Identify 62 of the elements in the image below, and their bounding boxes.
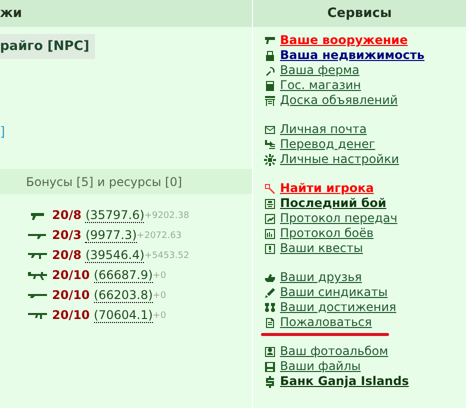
calculator-icon [264,80,276,92]
service-link[interactable]: Найти игрока [280,181,374,196]
bonus-value: +9202.38 [144,210,190,223]
service-link[interactable]: Банк Ganja Islands [280,374,409,389]
pen-icon [264,286,276,298]
sickle-icon [264,64,276,76]
bonus-value: +2072.63 [136,230,182,243]
service-link[interactable]: Гос. магазин [280,78,361,93]
weapon-level: 20/10 [52,287,90,304]
service-link[interactable]: Личная почта [280,122,367,137]
gear-icon [264,154,276,166]
bonus-text: Бонусы [5] и ресурсы [0] [26,174,182,190]
transfer-icon [264,138,276,150]
board-icon [264,94,276,106]
bonus-value: +0 [152,270,166,283]
service-link[interactable]: Ваш фотоальбом [280,344,388,359]
weapon-level: 20/10 [52,307,90,324]
bonus-value: +0 [152,310,166,323]
service-link[interactable]: Пожаловаться [280,315,372,330]
chart-icon [264,212,276,224]
dollar-icon [264,376,276,388]
bonus-value: +0 [152,290,166,303]
weapon-value: (66687.9) [94,268,153,282]
magnifier-icon [264,182,276,194]
weapon-level: 20/3 [52,227,82,244]
gun-icon [27,270,48,280]
npc-name: райго [NPC] [0,34,96,59]
bracket-text: ] [0,125,6,141]
service-link[interactable]: Ваши друзья [280,270,362,285]
service-link[interactable]: Личные настройки [280,152,400,167]
exclamation-icon [264,242,276,254]
service-link[interactable]: Ваши достижения [280,300,396,315]
envelope-icon [264,124,276,136]
service-link[interactable]: Протокол передач [280,211,398,226]
document-icon [264,316,276,328]
weapon-level: 20/8 [52,247,82,264]
service-link[interactable]: Ваши файлы [280,359,361,374]
weapon-level: 20/8 [52,207,82,224]
weapon-value: (35797.6) [85,208,144,222]
floppy-icon [264,360,276,372]
weapon-value: (9977.3) [85,228,137,242]
service-link[interactable]: Перевод денег [280,137,376,152]
bar-chart-icon [264,228,276,240]
service-link[interactable]: Ваши квесты [280,241,363,256]
trophy-icon [264,302,276,314]
service-link[interactable]: Ваши синдикаты [280,285,388,300]
weapon-level: 20/10 [52,267,90,284]
service-link[interactable]: Протокол боёв [280,226,374,241]
service-link[interactable]: Последний бой [280,196,386,211]
weapon-value: (66203.8) [94,288,153,302]
lock-icon [264,50,276,62]
service-link[interactable]: Ваше вооружение [280,33,408,48]
service-link[interactable]: Ваша ферма [280,63,360,78]
gun-icon [264,34,276,46]
weapon-value: (70604.1) [94,308,153,322]
service-link[interactable]: Доска объявлений [280,93,398,108]
weapon-value: (39546.4) [85,248,144,262]
column-title: Сервисы [327,4,392,23]
photo-icon [264,346,276,358]
column-title: жи [0,4,22,23]
bonus-value: +5453.52 [144,250,190,263]
service-link[interactable]: Ваша недвижимость [280,48,424,63]
